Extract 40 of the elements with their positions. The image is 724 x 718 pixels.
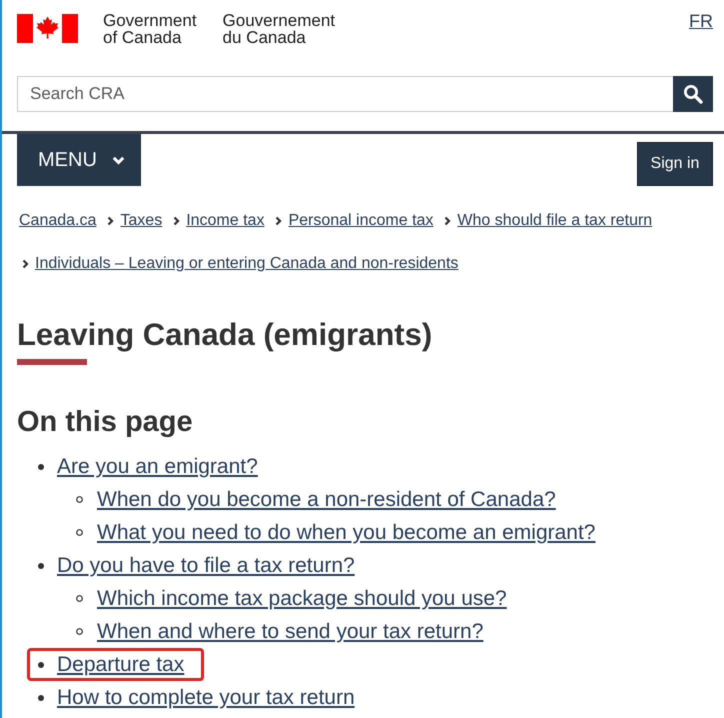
title-underline — [17, 359, 87, 365]
chevron-down-icon — [112, 156, 125, 164]
flag-icon — [17, 14, 78, 43]
chevron-right-icon — [173, 216, 180, 226]
chevron-right-icon — [22, 259, 29, 269]
search-button[interactable] — [673, 76, 713, 112]
breadcrumb-link[interactable]: Individuals – Leaving or entering Canada and non-residents — [35, 251, 458, 277]
circle-bullet-icon — [76, 628, 83, 635]
government-wordmark: Government of Canada — [103, 12, 197, 46]
language-link[interactable]: FR — [689, 12, 713, 30]
toc-link[interactable]: How to complete your tax return — [57, 684, 355, 711]
menu-button[interactable]: MENU — [17, 134, 141, 186]
breadcrumb-link[interactable]: Personal income tax — [288, 208, 434, 234]
toc-link[interactable]: What you need to do when you become an emigrant? — [97, 519, 596, 546]
toc-link[interactable]: When and where to send your tax return? — [97, 618, 484, 645]
government-wordmark: Gouvernement du Canada — [222, 12, 335, 46]
breadcrumb-link[interactable]: Canada.ca — [19, 208, 96, 234]
toc-link[interactable]: Are you an emigrant? — [57, 453, 258, 480]
toc-link[interactable]: Which income tax package should you use? — [97, 585, 507, 612]
toc-link[interactable]: Departure tax — [57, 651, 184, 678]
bullet-icon — [38, 694, 44, 700]
bullet-icon — [38, 562, 44, 568]
chevron-right-icon — [444, 216, 452, 226]
circle-bullet-icon — [76, 595, 83, 602]
bullet-icon — [38, 662, 44, 668]
toc-link[interactable]: When do you become a non-resident of Canada? — [97, 486, 556, 513]
section-heading: On this page — [17, 405, 194, 440]
breadcrumb-link[interactable]: Income tax — [186, 208, 264, 234]
circle-bullet-icon — [76, 496, 83, 503]
circle-bullet-icon — [76, 529, 83, 536]
breadcrumb-link[interactable]: Taxes — [120, 208, 162, 234]
bullet-icon — [38, 464, 44, 470]
page-title: Leaving Canada (emigrants) — [17, 316, 434, 354]
breadcrumb-link[interactable]: Who should file a tax return — [457, 208, 652, 234]
toc-link[interactable]: Do you have to file a tax return? — [57, 552, 355, 579]
sign-in-button[interactable]: Sign in — [637, 142, 713, 186]
chevron-right-icon — [107, 216, 114, 226]
search-field[interactable]: Search CRA — [17, 76, 673, 112]
chevron-right-icon — [275, 216, 282, 226]
search-icon — [683, 84, 703, 104]
